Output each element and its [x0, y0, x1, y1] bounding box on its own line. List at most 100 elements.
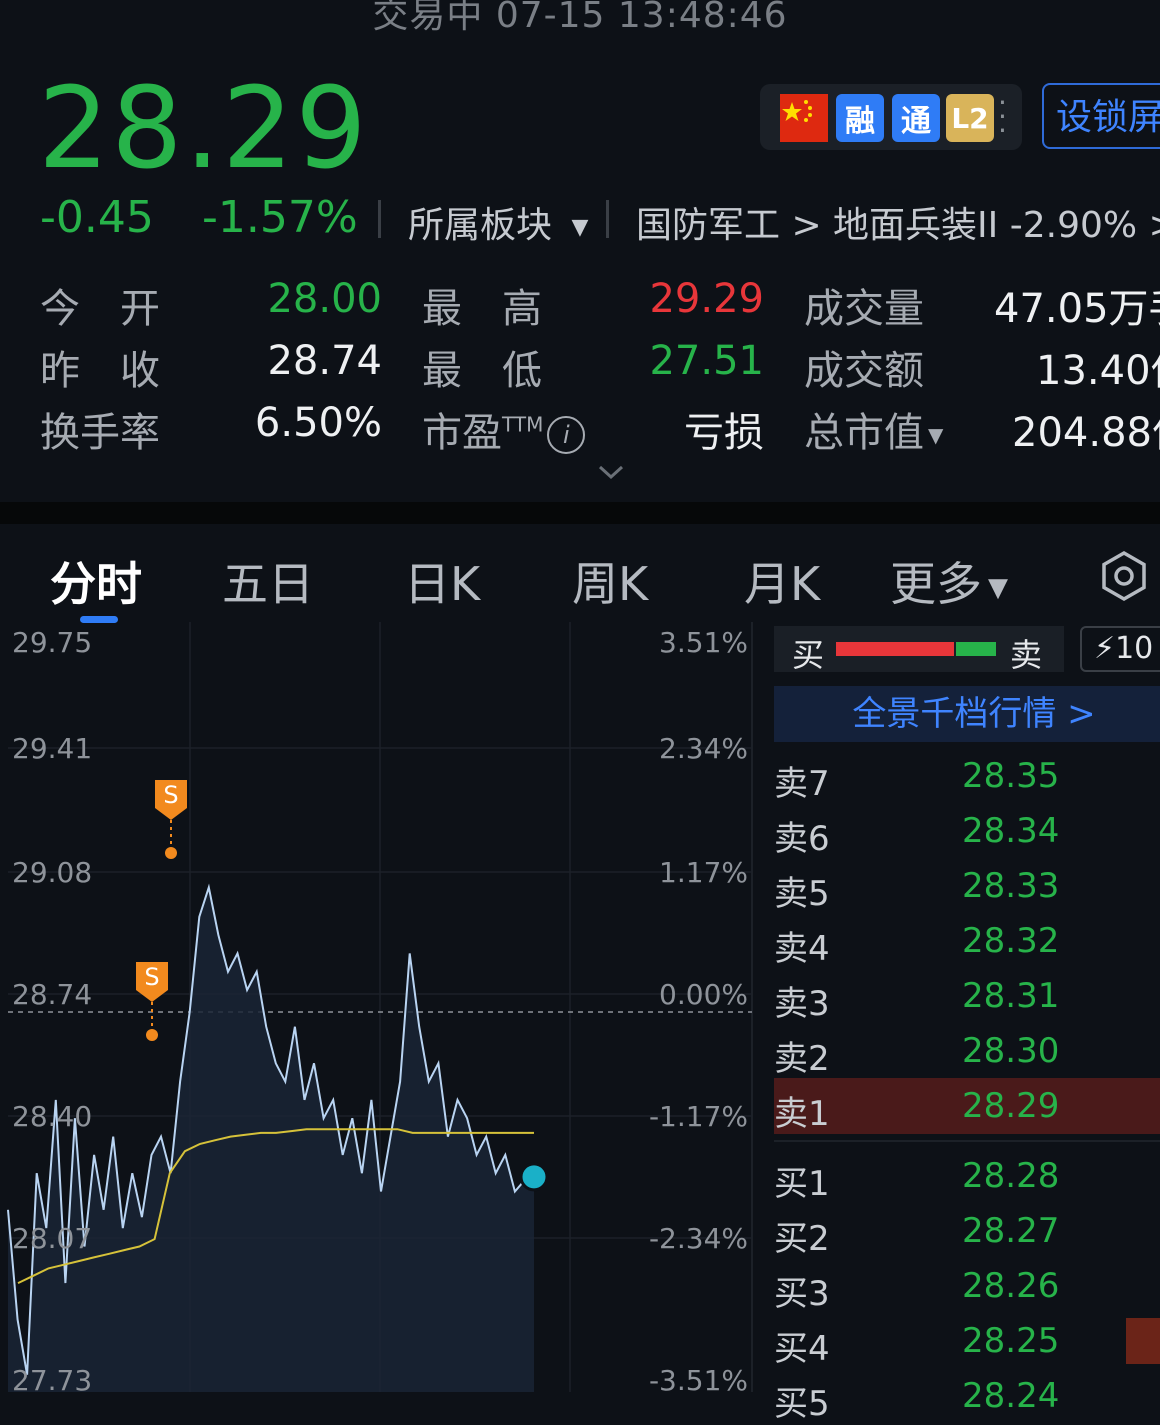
price-tick: 27.73: [12, 1364, 93, 1397]
connect-badge: 通: [892, 94, 940, 142]
caret-down-icon: ▼: [571, 214, 589, 240]
orderbook-divider: [774, 1140, 1160, 1142]
sell1-price[interactable]: 28.29: [962, 1086, 1059, 1126]
high-label: 最 高: [422, 286, 542, 332]
current-price-dot: [519, 1162, 549, 1192]
buy4-label: 买4: [774, 1329, 830, 1369]
amount-label: 成交额: [804, 348, 924, 394]
panorama-depth-link[interactable]: 全景千档行情 >: [774, 686, 1160, 742]
price-tick: 28.74: [12, 978, 93, 1011]
buy5-label: 买5: [774, 1384, 830, 1424]
high-value: 29.29: [649, 276, 764, 322]
sector-label: 所属板块: [408, 205, 553, 246]
badge-group[interactable]: 融 通 L2 · · ·: [760, 84, 1022, 150]
price-tick: 29.41: [12, 732, 93, 765]
marker-dot: [146, 1029, 158, 1041]
expand-chevron-icon[interactable]: [596, 462, 626, 486]
tab-five-day[interactable]: 五日: [222, 548, 314, 614]
sell5-price[interactable]: 28.33: [962, 866, 1059, 906]
buy3-price[interactable]: 28.26: [962, 1266, 1059, 1306]
turnover-value: 6.50%: [254, 400, 382, 446]
current-price: 28.29: [38, 64, 369, 194]
sell-label: 卖: [1010, 636, 1043, 674]
sell3-price[interactable]: 28.31: [962, 976, 1059, 1016]
caret-down-icon: ▼: [988, 572, 1008, 603]
sell-signal-marker[interactable]: S: [155, 780, 187, 859]
price-tick: 29.75: [12, 626, 93, 659]
buy5-price[interactable]: 28.24: [962, 1376, 1059, 1416]
tab-daily-k[interactable]: 日K: [404, 548, 480, 614]
tab-more[interactable]: 更多 ▼: [890, 548, 1008, 614]
intraday-chart[interactable]: SS: [0, 622, 760, 1392]
sell4-price[interactable]: 28.32: [962, 921, 1059, 961]
sell6-price[interactable]: 28.34: [962, 811, 1059, 851]
buy3-label: 买3: [774, 1274, 830, 1314]
settings-hexagon-icon[interactable]: [1098, 550, 1150, 606]
buy1-label: 买1: [774, 1164, 830, 1204]
buy-label: 买: [792, 636, 825, 674]
pe-label[interactable]: 市盈TTM i: [422, 400, 586, 458]
sector-path-link[interactable]: 国防军工 > 地面兵装II -2.90% >: [636, 196, 1160, 248]
mcap-label: 总市值: [804, 410, 924, 456]
sell5-label: 卖5: [774, 874, 830, 914]
tab-more-label: 更多: [890, 557, 982, 611]
sell7-price[interactable]: 28.35: [962, 756, 1059, 796]
price-tick: 28.40: [12, 1100, 93, 1133]
tab-intraday[interactable]: 分时: [50, 548, 142, 614]
trading-status: 交易中 07-15 13:48:46: [372, 0, 788, 36]
buy1-price[interactable]: 28.28: [962, 1156, 1059, 1196]
prev-close-label: 昨 收: [40, 348, 160, 394]
low-value: 27.51: [649, 338, 764, 384]
pct-tick: 1.17%: [659, 856, 748, 889]
marker-label: S: [163, 781, 178, 809]
buy-ratio-bar: [836, 642, 954, 656]
sell7-label: 卖7: [774, 764, 830, 804]
marker-dot: [165, 847, 177, 859]
caret-down-icon: ▼: [928, 423, 944, 447]
lock-screen-button[interactable]: 设锁屏: [1042, 83, 1160, 149]
lightning-icon: ⚡: [1094, 631, 1116, 666]
volume-value: 47.05万手: [994, 286, 1160, 332]
sell1-label: 卖1: [774, 1094, 830, 1134]
sell2-label: 卖2: [774, 1039, 830, 1079]
low-label: 最 低: [422, 348, 542, 394]
flash-order-button[interactable]: ⚡10: [1080, 626, 1160, 672]
sell4-label: 卖4: [774, 929, 830, 969]
amount-value: 13.40亿: [1036, 348, 1160, 394]
buy-sell-ratio-bar: 买 卖: [774, 626, 1064, 674]
china-flag-icon: [780, 94, 828, 142]
buy2-label: 买2: [774, 1219, 830, 1259]
open-label: 今 开: [40, 286, 160, 332]
pe-label-text: 市盈: [422, 410, 502, 456]
sell2-price[interactable]: 28.30: [962, 1031, 1059, 1071]
sell-signal-marker[interactable]: S: [136, 962, 168, 1041]
prev-close-value: 28.74: [267, 338, 382, 384]
sell3-label: 卖3: [774, 984, 830, 1024]
pct-tick: 3.51%: [659, 626, 748, 659]
buy2-price[interactable]: 28.27: [962, 1211, 1059, 1251]
more-vertical-icon: · · ·: [998, 86, 1007, 147]
mcap-value: 204.88亿: [1012, 410, 1160, 456]
section-divider: [0, 502, 1160, 524]
pe-ttm-sup: TTM: [502, 412, 544, 437]
l2-badge: L2: [946, 94, 994, 142]
marker-label: S: [144, 963, 159, 991]
volume-label: 成交量: [804, 286, 924, 332]
price-area: [8, 887, 534, 1392]
sector-dropdown[interactable]: 所属板块 ▼: [408, 196, 588, 248]
mcap-dropdown[interactable]: 总市值 ▼: [804, 400, 943, 458]
pct-tick: -2.34%: [648, 1222, 748, 1255]
pct-tick: 2.34%: [659, 732, 748, 765]
open-value: 28.00: [267, 276, 382, 322]
margin-badge: 融: [836, 94, 884, 142]
pct-tick: 0.00%: [659, 978, 748, 1011]
pct-tick: -3.51%: [648, 1364, 748, 1397]
buy4-price[interactable]: 28.25: [962, 1321, 1059, 1361]
pe-value: 亏损: [684, 410, 764, 456]
buy4-volume-highlight: [1126, 1318, 1160, 1364]
flash-count: 10: [1115, 631, 1154, 666]
price-tick: 29.08: [12, 856, 93, 889]
price-change-pct: -1.57%: [202, 192, 358, 243]
tab-monthly-k[interactable]: 月K: [744, 548, 820, 614]
tab-weekly-k[interactable]: 周K: [572, 548, 648, 614]
